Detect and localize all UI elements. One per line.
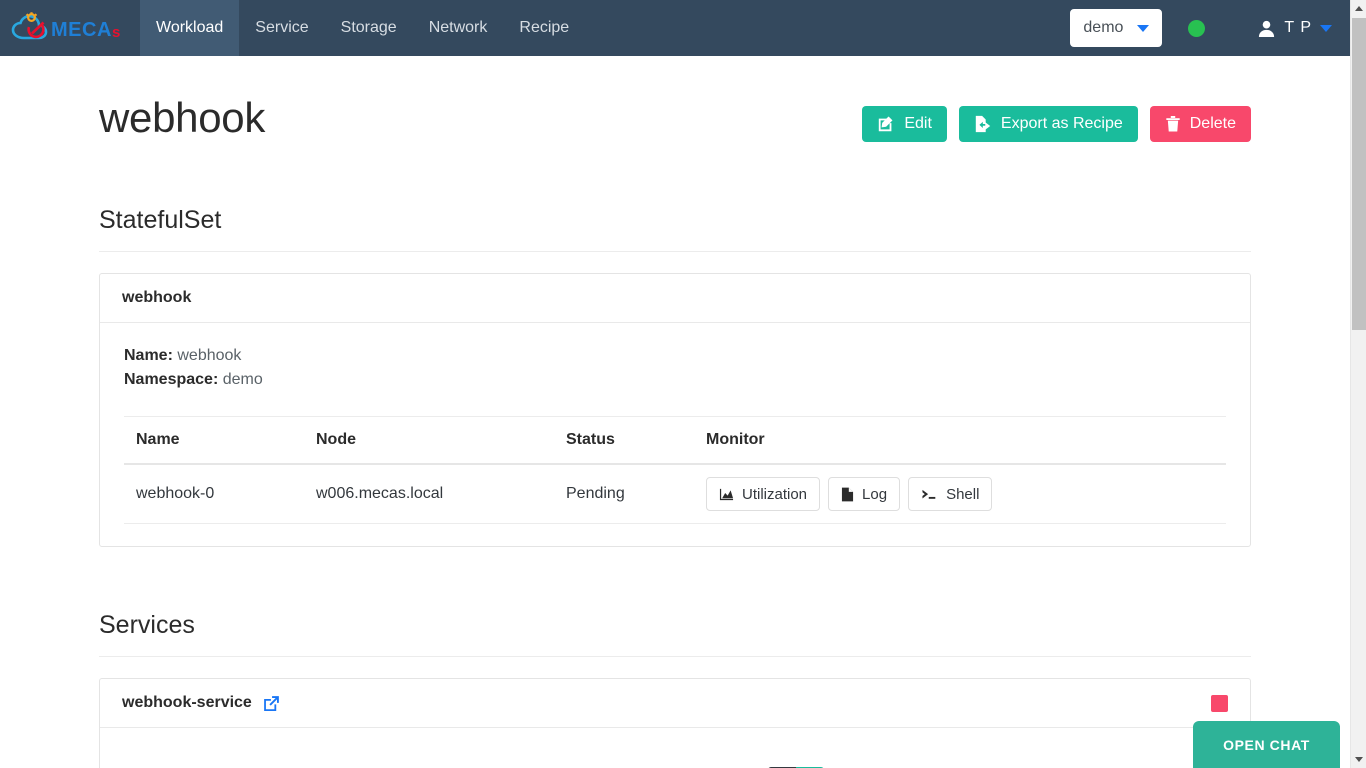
trash-icon xyxy=(1166,116,1180,132)
service-card-header: webhook-service xyxy=(100,679,1250,728)
page-scroll-area: webhook Edit Export as Recipe Delete Sta… xyxy=(0,56,1350,768)
pencil-square-icon xyxy=(879,116,893,132)
pods-col-name: Name xyxy=(124,416,304,465)
vertical-scrollbar[interactable] xyxy=(1350,0,1366,768)
table-row: webhook-0 w006.mecas.local Pending Utili… xyxy=(124,464,1226,524)
delete-button[interactable]: Delete xyxy=(1149,106,1251,142)
nav-link-storage[interactable]: Storage xyxy=(325,0,413,56)
edit-button[interactable]: Edit xyxy=(862,106,947,142)
pods-col-node: Node xyxy=(304,416,554,465)
utilization-button-label: Utilization xyxy=(742,485,808,503)
page-content: webhook Edit Export as Recipe Delete Sta… xyxy=(99,56,1251,768)
external-link-icon[interactable] xyxy=(263,695,280,712)
primary-nav: Workload Service Storage Network Recipe xyxy=(140,0,585,56)
page-action-buttons: Edit Export as Recipe Delete xyxy=(862,95,1251,142)
service-card-title: webhook-service xyxy=(122,694,252,711)
user-icon xyxy=(1259,20,1275,37)
table-bottom-spacer xyxy=(124,524,1226,546)
services-section-title: Services xyxy=(99,611,195,639)
pods-table-header-row: Name Node Status Monitor xyxy=(124,416,1226,465)
service-status-badge xyxy=(1211,694,1228,712)
edit-button-label: Edit xyxy=(904,115,932,132)
area-chart-icon xyxy=(719,488,734,500)
export-as-recipe-button[interactable]: Export as Recipe xyxy=(958,106,1138,142)
user-initials: T P xyxy=(1284,19,1312,36)
detail-namespace-row: Namespace: demo xyxy=(124,368,1226,392)
pods-col-monitor: Monitor xyxy=(694,416,1226,465)
pod-monitor-cell: Utilization Log Shell xyxy=(694,464,1226,524)
service-type-label: Type xyxy=(124,749,298,768)
statefulset-card-body: Name: webhook Namespace: demo Name Node … xyxy=(100,323,1250,546)
service-card-body: Type ClusterIP Port 80 80 External IPs xyxy=(100,728,1250,768)
service-card: webhook-service xyxy=(99,678,1251,768)
service-port-value: 80 80 xyxy=(756,749,1040,768)
statefulset-card-header: webhook xyxy=(100,274,1250,323)
cloud-logo-icon: MECA s xyxy=(11,12,120,41)
connection-status-dot xyxy=(1188,19,1206,37)
nav-link-recipe[interactable]: Recipe xyxy=(503,0,585,56)
service-type-value: ClusterIP xyxy=(298,749,582,768)
svg-text:s: s xyxy=(112,24,120,41)
page-header: webhook Edit Export as Recipe Delete xyxy=(99,94,1251,142)
terminal-icon xyxy=(922,489,936,499)
browser-viewport: MECA s Workload Service Storage Network … xyxy=(0,0,1366,768)
detail-name-row: Name: webhook xyxy=(124,344,1226,368)
detail-namespace-value: demo xyxy=(222,371,263,388)
scrollbar-thumb[interactable] xyxy=(1352,18,1366,330)
namespace-select-value: demo xyxy=(1083,19,1124,36)
statefulset-card-title: webhook xyxy=(122,289,192,306)
file-export-icon xyxy=(975,115,991,133)
pod-status: Pending xyxy=(554,464,694,524)
detail-name-value: webhook xyxy=(177,347,242,364)
file-icon xyxy=(841,487,854,501)
nav-link-workload[interactable]: Workload xyxy=(140,0,240,56)
service-detail-table: Type ClusterIP Port 80 80 External IPs xyxy=(124,749,1226,768)
shell-button-label: Shell xyxy=(946,485,980,503)
utilization-button[interactable]: Utilization xyxy=(706,477,821,511)
navbar-right-group: demo T P xyxy=(1070,0,1350,56)
nav-link-service[interactable]: Service xyxy=(239,0,324,56)
nav-link-network[interactable]: Network xyxy=(413,0,504,56)
section-divider xyxy=(99,251,1251,252)
pod-name: webhook-0 xyxy=(124,464,304,524)
service-external-ips-label: External IPs xyxy=(1040,749,1214,768)
top-navbar: MECA s Workload Service Storage Network … xyxy=(0,0,1350,56)
open-chat-button[interactable]: OPEN CHAT xyxy=(1193,721,1340,768)
section-divider xyxy=(99,656,1251,657)
namespace-select[interactable]: demo xyxy=(1070,9,1163,47)
brand-logo[interactable]: MECA s xyxy=(0,0,140,56)
detail-namespace-key: Namespace: xyxy=(124,371,219,388)
delete-button-label: Delete xyxy=(1189,115,1236,132)
pod-node: w006.mecas.local xyxy=(304,464,554,524)
pods-col-status: Status xyxy=(554,416,694,465)
scroll-up-arrow-icon[interactable] xyxy=(1351,0,1366,17)
chevron-down-icon xyxy=(1137,24,1150,32)
scroll-down-arrow-icon[interactable] xyxy=(1351,751,1366,768)
page-title: webhook xyxy=(99,94,266,141)
shell-button[interactable]: Shell xyxy=(908,477,993,511)
open-chat-label: OPEN CHAT xyxy=(1223,736,1310,753)
export-as-recipe-button-label: Export as Recipe xyxy=(1000,115,1123,132)
user-menu[interactable]: T P xyxy=(1257,19,1332,38)
log-button[interactable]: Log xyxy=(828,477,901,511)
log-button-label: Log xyxy=(862,485,888,503)
statefulset-section-title: StatefulSet xyxy=(99,206,222,234)
pods-table: Name Node Status Monitor webhook-0 w006.… xyxy=(124,416,1226,524)
statefulset-card: webhook Name: webhook Namespace: demo Na… xyxy=(99,273,1251,547)
service-port-label: Port xyxy=(582,749,756,768)
svg-text:MECA: MECA xyxy=(51,19,112,41)
chevron-down-icon xyxy=(1320,24,1332,32)
detail-name-key: Name: xyxy=(124,347,173,364)
table-row: Type ClusterIP Port 80 80 External IPs xyxy=(124,749,1226,768)
